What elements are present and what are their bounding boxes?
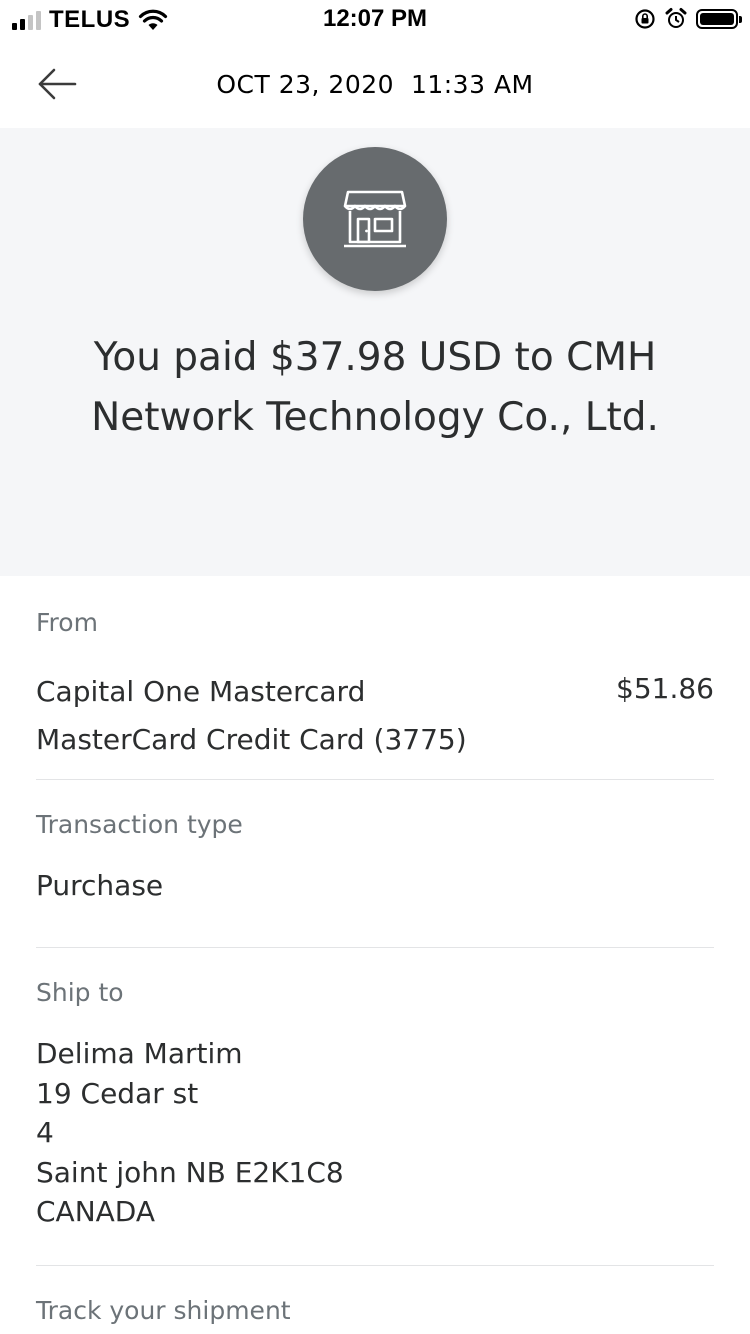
address-line: 4 [36,1116,54,1149]
card-detail: MasterCard Credit Card (3775) [36,723,467,756]
address-line: Saint john NB E2K1C8 [36,1155,344,1189]
merchant-avatar [303,147,447,291]
transaction-type-value: Purchase [36,869,164,902]
header: OCT 23, 2020 11:33 AM [0,40,750,128]
card-name: Capital One Mastercard [36,675,366,708]
alarm-icon [665,8,687,28]
ship-to-section: Ship to [36,978,714,1007]
address-line: Delima Martim [36,1037,243,1070]
ship-to-label: Ship to [36,978,124,1007]
transaction-type-label: Transaction type [36,810,243,839]
divider [36,947,714,948]
shipping-address: Delima Martim 19 Cedar st 4 Saint john N… [36,1034,714,1232]
orientation-lock-icon [635,9,655,29]
from-label: From [36,608,98,637]
funding-amount: $51.86 [616,672,714,705]
payment-summary-text: You paid $37.98 USD to CMH Network Techn… [91,335,659,440]
transaction-type-value-wrap: Purchase [36,862,714,910]
track-shipment-section[interactable]: Track your shipment [36,1296,714,1325]
storefront-icon [343,190,407,248]
payment-source: Capital One Mastercard MasterCard Credit… [36,668,714,764]
battery-icon [696,9,742,29]
status-right [634,7,742,31]
transaction-type-section: Transaction type [36,810,714,839]
address-line: 19 Cedar st [36,1076,199,1110]
from-section: From [36,608,714,637]
address-line: CANADA [36,1195,156,1228]
track-shipment-label[interactable]: Track your shipment [36,1296,714,1325]
divider [36,1265,714,1266]
status-bar: TELUS 12:07 PM [0,0,750,40]
transaction-date: OCT 23, 2020 11:33 AM [216,70,534,99]
divider [36,779,714,780]
payment-summary: You paid $37.98 USD to CMH Network Techn… [0,128,750,576]
